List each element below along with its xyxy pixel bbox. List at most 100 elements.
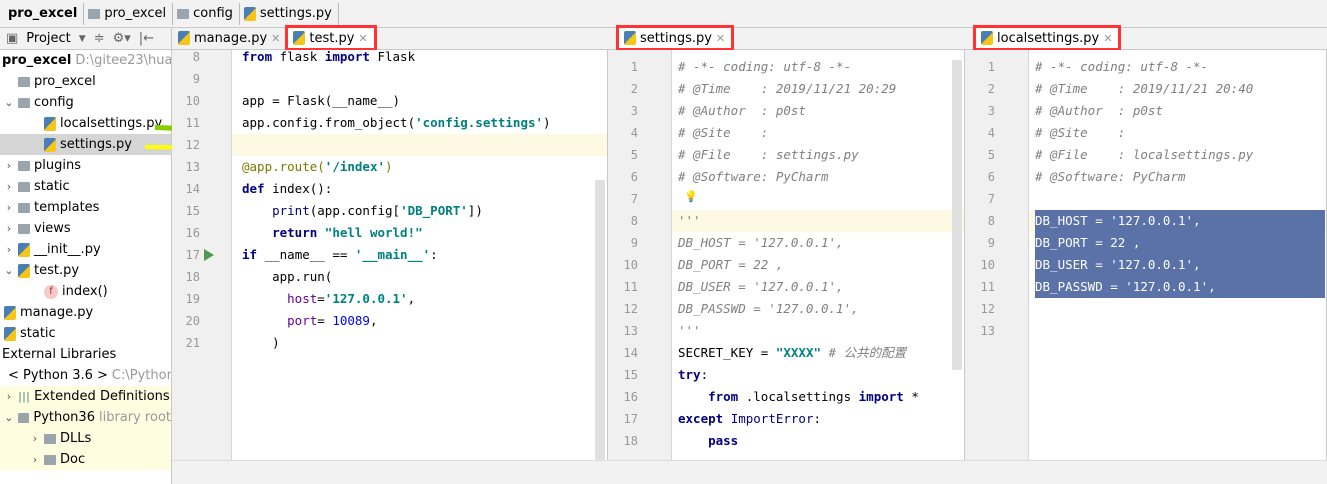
- chevron-right-icon[interactable]: ›: [4, 180, 14, 193]
- tree-item[interactable]: External Libraries: [0, 344, 171, 365]
- code-line[interactable]: ): [242, 332, 280, 354]
- tree-item[interactable]: › templates: [0, 197, 171, 218]
- code-line[interactable]: # @Author : p0st: [678, 100, 806, 122]
- code-line[interactable]: # @Software: PyCharm: [1035, 166, 1186, 188]
- tree-item[interactable]: f index(): [0, 281, 171, 302]
- code-line[interactable]: if __name__ == '__main__':: [242, 244, 438, 266]
- tree-item[interactable]: › static: [0, 176, 171, 197]
- vertical-scrollbar[interactable]: [952, 60, 962, 370]
- code-line[interactable]: from flask import Flask: [242, 50, 415, 68]
- horizontal-scrollbar-area[interactable]: [608, 460, 965, 484]
- tree-item[interactable]: › ||| Extended Definitions: [0, 386, 171, 407]
- bulb-icon[interactable]: 💡: [684, 190, 698, 203]
- chevron-right-icon[interactable]: ›: [4, 243, 14, 256]
- code-line[interactable]: ''': [678, 320, 701, 342]
- code-token: :: [430, 247, 438, 262]
- code-line[interactable]: app = Flask(__name__): [242, 90, 400, 112]
- code-line[interactable]: port= 10089,: [242, 310, 377, 332]
- code-line[interactable]: DB_PASSWD = '127.0.0.1',: [1035, 276, 1216, 298]
- chevron-right-icon[interactable]: ›: [4, 222, 14, 235]
- code-line[interactable]: from .localsettings import *: [678, 386, 919, 408]
- close-icon[interactable]: ✕: [358, 32, 367, 45]
- code-line[interactable]: # -*- coding: utf-8 -*-: [1035, 56, 1208, 78]
- breadcrumb-item[interactable]: config: [173, 2, 240, 25]
- chevron-down-icon[interactable]: ▼: [79, 34, 86, 44]
- code-line[interactable]: # @File : settings.py: [678, 144, 859, 166]
- tree-item[interactable]: ⌄ config: [0, 92, 171, 113]
- code-line[interactable]: except ImportError:: [678, 408, 821, 430]
- chevron-down-icon[interactable]: ⌄: [4, 411, 14, 424]
- vertical-scrollbar[interactable]: [595, 180, 605, 460]
- project-tree: pro_excel D:\gitee23\huangy pro_excel ⌄ co…: [0, 50, 171, 470]
- code-line[interactable]: # @Site :: [1035, 122, 1125, 144]
- tree-root[interactable]: pro_excel D:\gitee23\huangy: [0, 50, 171, 71]
- code-line[interactable]: app.run(: [242, 266, 332, 288]
- tree-item[interactable]: › views: [0, 218, 171, 239]
- code-line[interactable]: # @Time : 2019/11/21 20:40: [1035, 78, 1253, 100]
- hide-icon[interactable]: |←: [139, 31, 154, 46]
- tree-item[interactable]: › __init__.py: [0, 239, 171, 260]
- editor-pane[interactable]: 8 from flask import Flask 9 10 app = Flask(_…: [172, 50, 608, 460]
- tree-item[interactable]: › plugins: [0, 155, 171, 176]
- code-line[interactable]: DB_USER = '127.0.0.1',: [678, 276, 844, 298]
- chevron-down-icon[interactable]: ⌄: [4, 96, 14, 109]
- code-line[interactable]: # @File : localsettings.py: [1035, 144, 1253, 166]
- chevron-down-icon[interactable]: ⌄: [4, 264, 14, 277]
- tree-item[interactable]: ⌄ Python36 library root: [0, 407, 171, 428]
- code-line[interactable]: print(app.config['DB_PORT']): [242, 200, 483, 222]
- tree-item[interactable]: manage.py: [0, 302, 171, 323]
- code-line[interactable]: DB_PORT = 22 ,: [678, 254, 783, 276]
- tree-item[interactable]: › DLLs: [0, 428, 171, 449]
- code-line[interactable]: DB_PASSWD = '127.0.0.1',: [678, 298, 859, 320]
- code-line[interactable]: host='127.0.0.1',: [242, 288, 415, 310]
- breadcrumb-item[interactable]: pro_excel: [84, 2, 174, 25]
- editor-pane[interactable]: 1 # -*- coding: utf-8 -*- 2 # @Time : 2019/…: [608, 50, 965, 460]
- editor-tab[interactable]: localsettings.py ✕: [972, 25, 1122, 51]
- tree-item[interactable]: static: [0, 323, 171, 344]
- code-line[interactable]: def index():: [242, 178, 332, 200]
- chevron-right-icon[interactable]: ›: [4, 201, 14, 214]
- code-line[interactable]: return "hell world!": [242, 222, 423, 244]
- code-line[interactable]: # @Software: PyCharm: [678, 166, 829, 188]
- code-line[interactable]: DB_HOST = '127.0.0.1',: [678, 232, 844, 254]
- tree-item[interactable]: › Doc: [0, 449, 171, 470]
- breadcrumb-item[interactable]: settings.py: [240, 2, 339, 25]
- tree-item[interactable]: ⌄ test.py: [0, 260, 171, 281]
- collapse-icon[interactable]: ≑: [94, 31, 105, 46]
- code-line[interactable]: # @Author : p0st: [1035, 100, 1163, 122]
- code-line[interactable]: DB_HOST = '127.0.0.1',: [1035, 210, 1201, 232]
- code-line[interactable]: # @Time : 2019/11/21 20:29: [678, 78, 896, 100]
- gear-icon[interactable]: ⚙▾: [113, 31, 131, 46]
- tree-item[interactable]: pro_excel: [0, 71, 171, 92]
- code-line[interactable]: pass: [678, 430, 738, 452]
- code-line[interactable]: # -*- coding: utf-8 -*-: [678, 56, 851, 78]
- close-icon[interactable]: ✕: [716, 32, 725, 45]
- close-icon[interactable]: ✕: [1103, 32, 1112, 45]
- chevron-right-icon[interactable]: ›: [4, 390, 14, 403]
- code-line[interactable]: # @Site :: [678, 122, 768, 144]
- tree-item[interactable]: localsettings.py: [0, 113, 171, 134]
- project-view-select[interactable]: Project: [26, 31, 70, 46]
- chevron-right-icon[interactable]: ›: [30, 432, 40, 445]
- code-line[interactable]: @app.route('/index'): [242, 156, 393, 178]
- chevron-right-icon[interactable]: ›: [4, 159, 14, 172]
- tree-item[interactable]: < Python 3.6 >C:\Python3: [0, 365, 171, 386]
- code-line[interactable]: ''': [678, 210, 701, 232]
- code-line[interactable]: app.config.from_object('config.settings'…: [242, 112, 551, 134]
- code-token: ]): [467, 203, 483, 218]
- editor-tab[interactable]: settings.py ✕: [615, 25, 735, 51]
- horizontal-scrollbar-area[interactable]: [172, 460, 608, 484]
- code-line[interactable]: try:: [678, 364, 708, 386]
- tree-item[interactable]: settings.py: [0, 134, 171, 155]
- horizontal-scrollbar-area[interactable]: [965, 460, 1327, 484]
- editor-tab[interactable]: manage.py ✕: [172, 27, 288, 49]
- code-line[interactable]: DB_USER = '127.0.0.1',: [1035, 254, 1201, 276]
- editor-tab[interactable]: test.py ✕: [285, 25, 377, 51]
- editor-pane[interactable]: 1 # -*- coding: utf-8 -*- 2 # @Time : 2019/…: [965, 50, 1327, 460]
- chevron-right-icon[interactable]: ›: [30, 453, 40, 466]
- code-line[interactable]: SECRET_KEY = "XXXX" # 公共的配置: [678, 342, 906, 364]
- run-icon[interactable]: [204, 249, 214, 261]
- close-icon[interactable]: ✕: [271, 32, 280, 45]
- code-line[interactable]: DB_PORT = 22 ,: [1035, 232, 1140, 254]
- breadcrumb-item[interactable]: pro_excel: [4, 2, 85, 25]
